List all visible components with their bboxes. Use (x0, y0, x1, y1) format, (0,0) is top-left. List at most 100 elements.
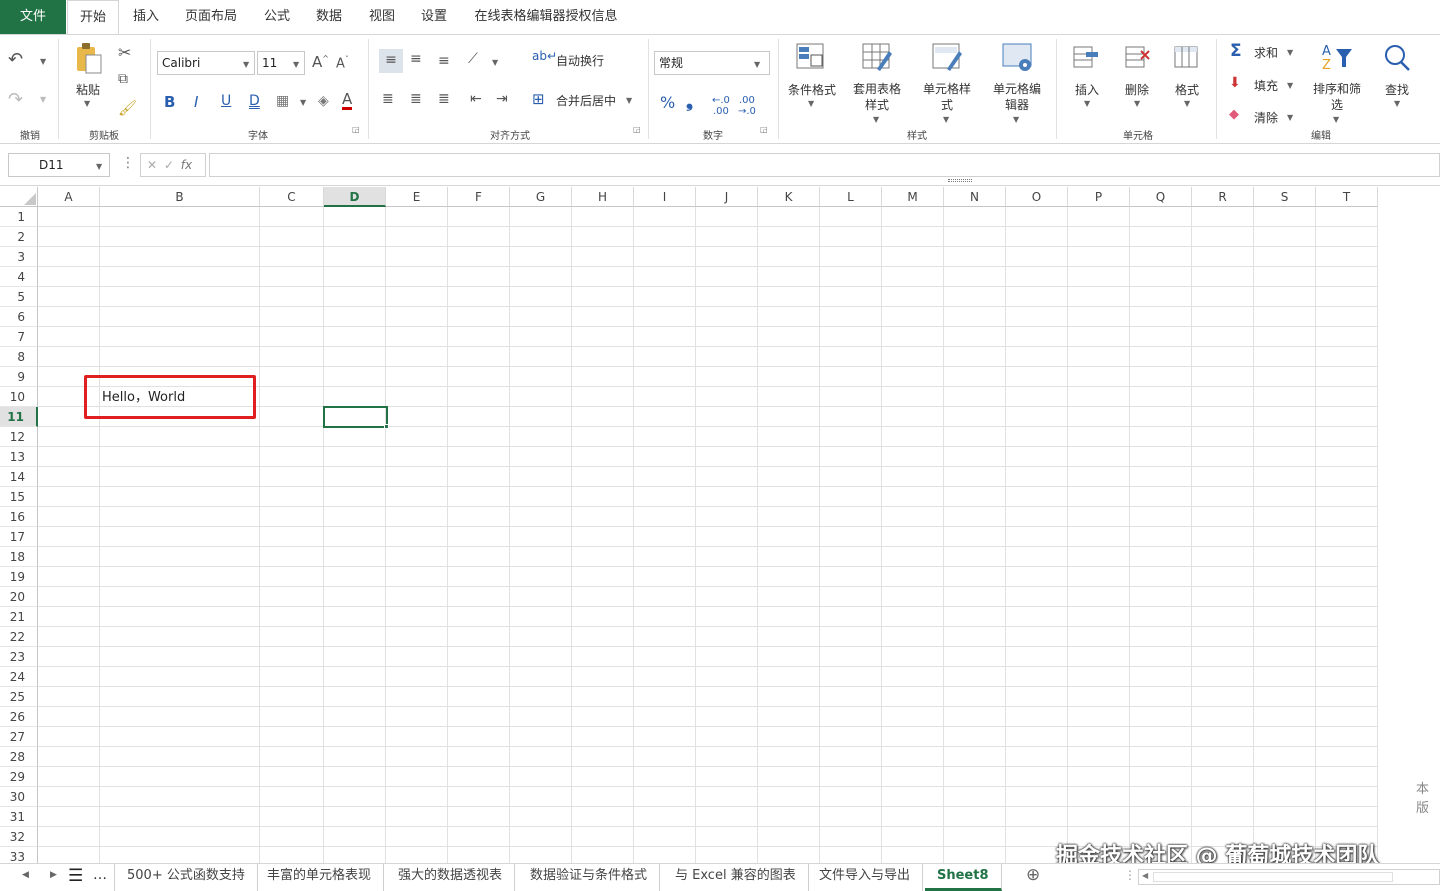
select-all-corner[interactable] (0, 187, 38, 207)
column-header-n[interactable]: N (944, 187, 1006, 207)
formula-input[interactable] (209, 153, 1440, 177)
merge-dropdown-icon[interactable]: ▼ (626, 96, 632, 105)
redo-icon[interactable]: ↷ (8, 89, 23, 110)
column-header-h[interactable]: H (572, 187, 634, 207)
column-header-c[interactable]: C (260, 187, 324, 207)
percent-button[interactable]: % (660, 93, 675, 112)
conditional-format-button[interactable]: 条件格式 (786, 81, 838, 98)
row-header-1[interactable]: 1 (0, 207, 38, 227)
orientation-icon[interactable]: ⟋ (468, 51, 478, 67)
column-header-e[interactable]: E (386, 187, 448, 207)
align-left-icon[interactable]: ≣ (382, 91, 394, 107)
tab-settings[interactable]: 设置 (413, 0, 455, 34)
confirm-icon[interactable]: ✓ (164, 158, 174, 172)
column-header-t[interactable]: T (1316, 187, 1378, 207)
row-header-28[interactable]: 28 (0, 747, 38, 767)
delete-cells-button[interactable]: 删除 (1122, 81, 1152, 98)
clear-button[interactable]: 清除 (1254, 109, 1278, 126)
tab-formulas[interactable]: 公式 (256, 0, 298, 34)
row-header-15[interactable]: 15 (0, 487, 38, 507)
row-header-12[interactable]: 12 (0, 427, 38, 447)
row-header-14[interactable]: 14 (0, 467, 38, 487)
column-header-l[interactable]: L (820, 187, 882, 207)
fill-icon[interactable]: ⬇ (1229, 75, 1241, 91)
tab-license-info[interactable]: 在线表格编辑器授权信息 (466, 0, 626, 34)
find-button[interactable]: 查找 (1382, 81, 1412, 98)
merge-center-icon[interactable]: ⊞ (532, 90, 545, 108)
row-header-25[interactable]: 25 (0, 687, 38, 707)
increase-decimal-icon[interactable]: ←.0.00 (712, 95, 730, 117)
italic-button[interactable]: I (194, 93, 198, 111)
decrease-indent-icon[interactable]: ⇤ (470, 91, 482, 107)
row-header-17[interactable]: 17 (0, 527, 38, 547)
row-header-27[interactable]: 27 (0, 727, 38, 747)
insert-cells-icon[interactable] (1072, 43, 1100, 71)
fill-color-icon[interactable]: ◈ (318, 93, 329, 109)
fill-dropdown-icon[interactable]: ▼ (1287, 81, 1293, 90)
conditional-format-dropdown-icon[interactable]: ▼ (808, 99, 814, 108)
font-launcher-icon[interactable]: ◲ (352, 125, 362, 135)
row-header-7[interactable]: 7 (0, 327, 38, 347)
row-header-13[interactable]: 13 (0, 447, 38, 467)
cell-editor-button[interactable]: 单元格编辑器 (990, 81, 1044, 113)
column-header-o[interactable]: O (1006, 187, 1068, 207)
scrollbar-thumb[interactable] (1153, 872, 1393, 882)
align-center-icon[interactable]: ≣ (410, 91, 422, 107)
sort-filter-button[interactable]: 排序和筛选 (1310, 81, 1364, 113)
row-header-23[interactable]: 23 (0, 647, 38, 667)
row-header-11[interactable]: 11 (0, 407, 38, 427)
name-box[interactable]: D11 (8, 153, 110, 177)
prev-sheet-icon[interactable]: ◀ (22, 870, 29, 880)
paste-button[interactable]: 粘贴 (70, 81, 106, 98)
row-header-3[interactable]: 3 (0, 247, 38, 267)
column-header-s[interactable]: S (1254, 187, 1316, 207)
column-header-r[interactable]: R (1192, 187, 1254, 207)
resize-handle-icon[interactable] (948, 179, 972, 182)
sheet-tab-validation[interactable]: 数据验证与条件格式 (518, 864, 661, 891)
row-header-5[interactable]: 5 (0, 287, 38, 307)
undo-dropdown-icon[interactable]: ▼ (40, 57, 46, 66)
find-icon[interactable] (1382, 43, 1412, 73)
cut-icon[interactable]: ✂ (118, 43, 131, 62)
column-header-i[interactable]: I (634, 187, 696, 207)
cell-styles-dropdown-icon[interactable]: ▼ (943, 115, 949, 124)
fill-handle[interactable] (384, 424, 389, 429)
border-dropdown-icon[interactable]: ▼ (300, 98, 306, 107)
column-header-d[interactable]: D (324, 187, 386, 207)
next-sheet-icon[interactable]: ▶ (50, 870, 57, 880)
number-launcher-icon[interactable]: ◲ (760, 125, 770, 135)
horizontal-scrollbar[interactable]: ◀ (1138, 869, 1440, 885)
bold-button[interactable]: B (164, 93, 175, 111)
format-cells-button[interactable]: 格式 (1172, 81, 1202, 98)
sheet-tab-charts[interactable]: 与 Excel 兼容的图表 (663, 864, 809, 891)
row-header-31[interactable]: 31 (0, 807, 38, 827)
sheet-list-icon[interactable]: ☰ (68, 866, 83, 886)
delete-cells-icon[interactable] (1124, 43, 1152, 71)
cell-styles-icon[interactable] (931, 41, 963, 73)
sort-filter-icon[interactable]: AZ (1320, 41, 1354, 73)
row-header-18[interactable]: 18 (0, 547, 38, 567)
format-as-table-dropdown-icon[interactable]: ▼ (873, 115, 879, 124)
clear-icon[interactable]: ◆ (1229, 107, 1239, 122)
add-sheet-icon[interactable]: ⊕ (1026, 865, 1040, 885)
align-bottom-icon[interactable]: ≡ (438, 53, 450, 69)
column-header-q[interactable]: Q (1130, 187, 1192, 207)
column-header-b[interactable]: B (100, 187, 260, 207)
format-as-table-button[interactable]: 套用表格样式 (850, 81, 904, 113)
column-header-p[interactable]: P (1068, 187, 1130, 207)
comma-button[interactable]: ❟ (686, 91, 693, 112)
conditional-format-icon[interactable] (795, 41, 827, 73)
row-header-9[interactable]: 9 (0, 367, 38, 387)
align-top-icon[interactable]: ≡ (379, 49, 403, 73)
wrap-text-button[interactable]: 自动换行 (556, 52, 604, 69)
sheet-tab-pivot[interactable]: 强大的数据透视表 (386, 864, 516, 891)
tab-view[interactable]: 视图 (361, 0, 403, 34)
sheet-tab-formulas[interactable]: 500+ 公式函数支持 (114, 864, 258, 891)
increase-font-icon[interactable]: A^ (312, 53, 329, 71)
row-header-10[interactable]: 10 (0, 387, 38, 407)
underline-button[interactable]: U (221, 93, 231, 109)
row-header-4[interactable]: 4 (0, 267, 38, 287)
format-as-table-icon[interactable] (861, 41, 893, 73)
insert-cells-dropdown-icon[interactable]: ▼ (1084, 99, 1090, 108)
increase-indent-icon[interactable]: ⇥ (496, 91, 508, 107)
